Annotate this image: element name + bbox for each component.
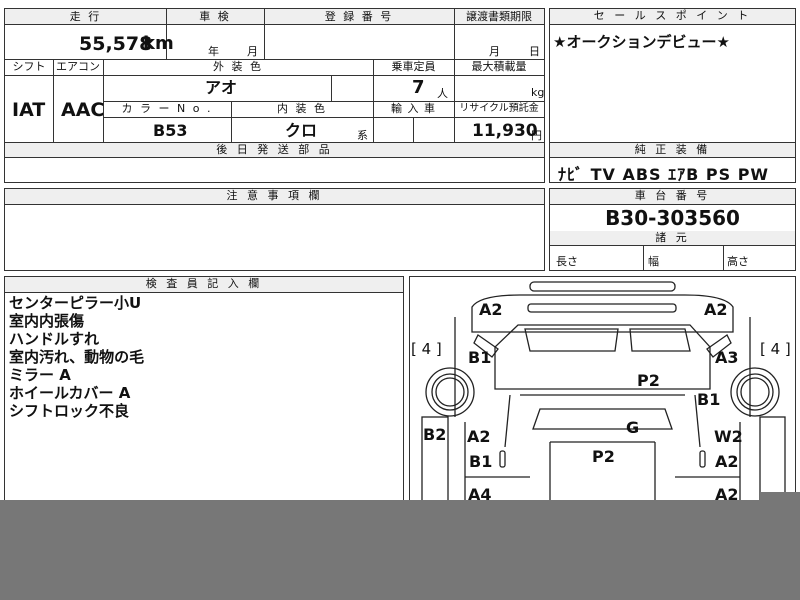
damage-mark: A3 <box>715 348 739 367</box>
aircon-label: エアコン <box>56 60 100 73</box>
inspection-label: 車 検 <box>199 10 231 23</box>
reg-number-label: 登 録 番 号 <box>324 10 394 23</box>
transfer-deadline-label: 譲渡書類期限 <box>466 10 532 23</box>
inspection-year-unit: 年 <box>208 45 219 58</box>
damage-mark: B1 <box>468 348 492 367</box>
length-label: 長さ <box>556 255 578 268</box>
dimensions-label: 諸 元 <box>550 231 795 246</box>
chassis-label: 車 台 番 号 <box>550 189 795 205</box>
bottom-overlay-notch <box>760 492 800 502</box>
caution-box: 注 意 事 項 欄 <box>4 188 545 271</box>
capacity-value: 7 <box>412 77 425 98</box>
exterior-color-value: アオ <box>205 78 238 97</box>
interior-suffix: 系 <box>357 129 368 142</box>
damage-mark: G <box>626 418 640 437</box>
inspector-label: 検 査 員 記 入 欄 <box>5 277 403 293</box>
import-label: 輸 入 車 <box>391 102 436 115</box>
mileage-unit: km <box>143 33 174 54</box>
capacity-unit: 人 <box>437 87 448 100</box>
bottom-overlay <box>0 500 800 600</box>
width-label: 幅 <box>648 255 659 268</box>
inspector-notes-list: センターピラー小U 室内内張傷 ハンドルすれ 室内汚れ、動物の毛 ミラー A ホ… <box>9 294 144 420</box>
max-load-label: 最大積載量 <box>471 60 527 73</box>
car-damage-diagram: [ 4 ] [ 4 ] A2 A2 B1 A3 P2 B1 B2 G A2 W2… <box>409 276 796 516</box>
equipment-text: ﾅﾋﾞ TV ABS ｴｱB PS PW <box>558 165 770 184</box>
recycle-label: リサイクル預託金 <box>459 103 539 114</box>
color-no-label: カ ラ ー N o . <box>121 102 213 115</box>
recycle-fee-value: 11,930 <box>472 121 538 141</box>
damage-mark: A2 <box>704 300 728 319</box>
note-line: シフトロック不良 <box>9 402 130 420</box>
shift-label: シフト <box>12 60 46 73</box>
transfer-day-unit: 日 <box>529 45 540 58</box>
capacity-label: 乗車定員 <box>391 60 436 73</box>
caution-label: 注 意 事 項 欄 <box>5 189 544 205</box>
damage-mark: B1 <box>697 390 721 409</box>
sales-point-box: セ ー ル ス ポ イ ン ト ★オークションデビュー★ <box>549 8 796 143</box>
tire-tread-left: [ 4 ] <box>411 340 442 358</box>
note-line: ハンドルすれ <box>9 330 100 348</box>
damage-mark: P2 <box>637 371 660 390</box>
exterior-color-label: 外 装 色 <box>213 60 263 73</box>
damage-mark: P2 <box>592 447 615 466</box>
recycle-unit: 円 <box>531 129 542 142</box>
damage-mark: A2 <box>467 427 491 446</box>
load-unit: kg <box>531 86 545 99</box>
inspection-month-unit: 月 <box>247 45 258 58</box>
note-line: センターピラー小U <box>9 294 142 312</box>
damage-mark: A2 <box>715 452 739 471</box>
equipment-box: 純 正 装 備 ﾅﾋﾞ TV ABS ｴｱB PS PW <box>549 142 796 184</box>
note-line: 室内汚れ、動物の毛 <box>9 348 145 366</box>
height-label: 高さ <box>727 255 749 268</box>
note-line: ホイールカバー A <box>9 384 131 402</box>
aircon-value: AAC <box>61 99 105 121</box>
mileage-value: 55,578 <box>79 33 153 55</box>
car-outline-icon <box>421 281 786 515</box>
post-delivery-parts-box: 後 日 発 送 部 品 <box>4 142 545 183</box>
damage-mark: A2 <box>479 300 503 319</box>
damage-mark: W2 <box>714 427 743 446</box>
chassis-box: 車 台 番 号 B30-303560 諸 元 長さ 幅 高さ <box>549 188 796 271</box>
chassis-number: B30-303560 <box>605 206 740 230</box>
note-line: 室内内張傷 <box>9 312 85 330</box>
color-no-value: B53 <box>153 121 188 140</box>
interior-color-value: クロ <box>285 121 318 140</box>
damage-mark: B2 <box>423 425 447 444</box>
inspector-notes-box: 検 査 員 記 入 欄 センターピラー小U 室内内張傷 ハンドルすれ 室内汚れ、… <box>4 276 404 516</box>
interior-color-label: 内 装 色 <box>277 102 327 115</box>
shift-value: IAT <box>12 99 46 121</box>
post-delivery-label: 後 日 発 送 部 品 <box>5 143 544 158</box>
damage-mark: B1 <box>469 452 493 471</box>
tire-tread-right: [ 4 ] <box>760 340 791 358</box>
note-line: ミラー A <box>9 366 71 384</box>
mileage-label: 走 行 <box>69 10 102 23</box>
transfer-month-unit: 月 <box>489 45 500 58</box>
equipment-label: 純 正 装 備 <box>550 143 795 158</box>
sales-point-text: ★オークションデビュー★ <box>553 33 730 51</box>
sales-point-label: セ ー ル ス ポ イ ン ト <box>550 9 795 25</box>
vehicle-info-table: 走 行 車 検 登 録 番 号 譲渡書類期限 55,578 km 年 月 月 日… <box>4 8 545 143</box>
